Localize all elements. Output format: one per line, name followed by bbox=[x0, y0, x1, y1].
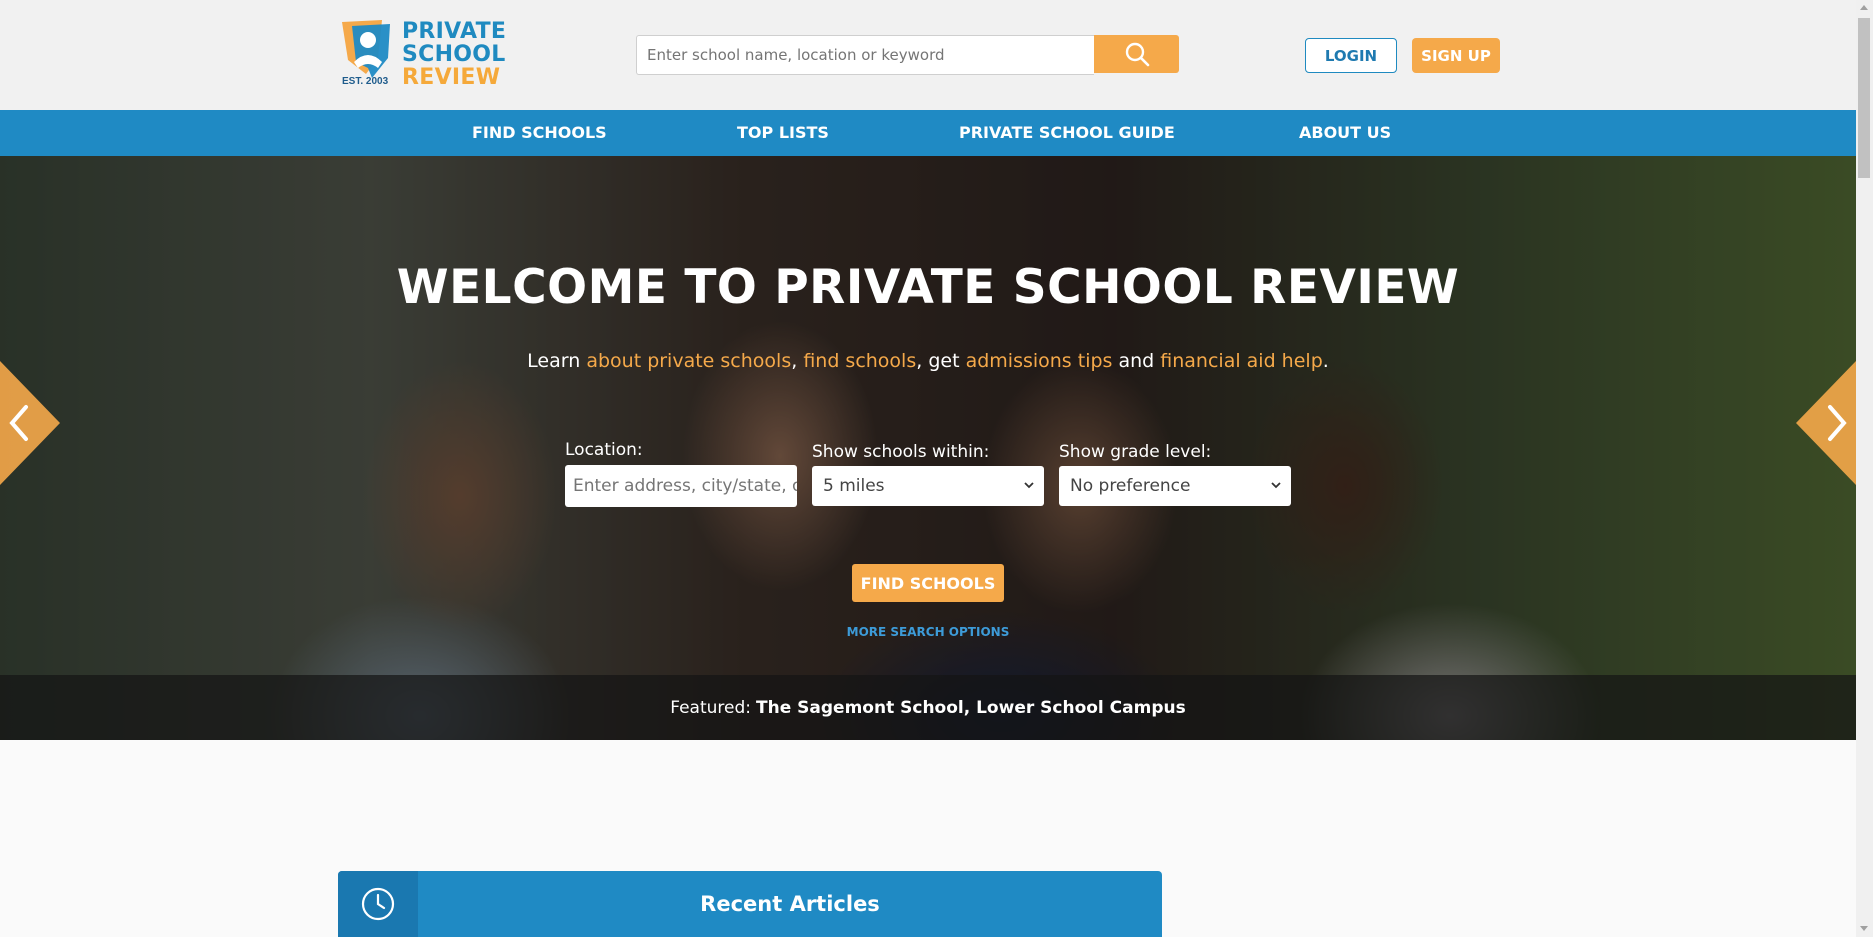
grade-select-value: No preference bbox=[1070, 476, 1191, 496]
logo-line1: PRIVATE bbox=[402, 19, 507, 44]
find-schools-button[interactable]: FIND SCHOOLS bbox=[852, 564, 1004, 602]
scroll-up-arrow-icon[interactable] bbox=[1860, 5, 1868, 10]
page-scrollbar[interactable] bbox=[1856, 0, 1873, 937]
scrollbar-thumb[interactable] bbox=[1858, 18, 1870, 178]
hero-subtitle: Learn about private schools, find school… bbox=[0, 350, 1856, 372]
clock-icon bbox=[361, 887, 395, 921]
logo-line2: SCHOOL bbox=[402, 42, 506, 67]
featured-school-link[interactable]: The Sagemont School, Lower School Campus bbox=[756, 698, 1186, 718]
subtitle-text-4: and bbox=[1112, 350, 1161, 372]
carousel-next-button[interactable] bbox=[1794, 361, 1856, 485]
chevron-down-icon bbox=[1024, 482, 1034, 489]
subtitle-text-1: Learn bbox=[527, 350, 587, 372]
site-search-input[interactable] bbox=[636, 35, 1094, 75]
nav-item-top-lists[interactable]: TOP LISTS bbox=[737, 110, 829, 156]
nav-item-about-us[interactable]: ABOUT US bbox=[1299, 110, 1391, 156]
featured-school-bar: Featured: The Sagemont School, Lower Sch… bbox=[0, 675, 1856, 740]
logo-line3: REVIEW bbox=[402, 65, 501, 90]
nav-item-find-schools[interactable]: FIND SCHOOLS bbox=[472, 110, 607, 156]
grade-label: Show grade level: bbox=[1059, 442, 1212, 462]
signup-button[interactable]: SIGN UP bbox=[1412, 38, 1500, 73]
logo-est: EST. 2003 bbox=[342, 76, 389, 87]
within-label: Show schools within: bbox=[812, 442, 990, 462]
subtitle-text-5: . bbox=[1322, 350, 1329, 372]
site-logo[interactable]: EST. 2003 PRIVATE SCHOOL REVIEW bbox=[338, 18, 518, 92]
chevron-down-icon bbox=[1271, 482, 1281, 489]
site-search-button[interactable] bbox=[1094, 35, 1179, 73]
site-header: EST. 2003 PRIVATE SCHOOL REVIEW LOGIN SI… bbox=[0, 0, 1856, 110]
hero-banner: WELCOME TO PRIVATE SCHOOL REVIEW Learn a… bbox=[0, 156, 1856, 740]
nav-item-private-school-guide[interactable]: PRIVATE SCHOOL GUIDE bbox=[959, 110, 1175, 156]
main-nav: FIND SCHOOLS TOP LISTS PRIVATE SCHOOL GU… bbox=[0, 110, 1856, 156]
location-input[interactable] bbox=[565, 465, 797, 507]
link-about-private-schools[interactable]: about private schools bbox=[586, 350, 791, 372]
hero-title: WELCOME TO PRIVATE SCHOOL REVIEW bbox=[396, 260, 1460, 315]
chevron-left-icon bbox=[0, 361, 60, 485]
featured-prefix: Featured: bbox=[670, 697, 752, 718]
login-button[interactable]: LOGIN bbox=[1305, 38, 1397, 73]
within-select-value: 5 miles bbox=[823, 476, 885, 496]
grade-select[interactable]: No preference bbox=[1059, 466, 1291, 506]
logo-wordmark: PRIVATE SCHOOL REVIEW bbox=[402, 20, 506, 89]
recent-articles-header: Recent Articles bbox=[338, 871, 1162, 937]
more-search-options-link[interactable]: MORE SEARCH OPTIONS bbox=[0, 625, 1856, 639]
subtitle-text-3: , get bbox=[916, 350, 966, 372]
within-select[interactable]: 5 miles bbox=[812, 466, 1044, 506]
articles-icon-box bbox=[338, 871, 418, 937]
subtitle-text-2: , bbox=[791, 350, 804, 372]
recent-articles-title: Recent Articles bbox=[700, 892, 880, 916]
scroll-down-arrow-icon[interactable] bbox=[1860, 926, 1868, 931]
location-label: Location: bbox=[565, 440, 643, 460]
chevron-right-icon bbox=[1796, 361, 1856, 485]
link-admissions-tips[interactable]: admissions tips bbox=[966, 350, 1113, 372]
link-financial-aid-help[interactable]: financial aid help bbox=[1160, 350, 1322, 372]
link-find-schools[interactable]: find schools bbox=[803, 350, 916, 372]
carousel-prev-button[interactable] bbox=[0, 361, 62, 485]
search-icon bbox=[1125, 42, 1149, 67]
